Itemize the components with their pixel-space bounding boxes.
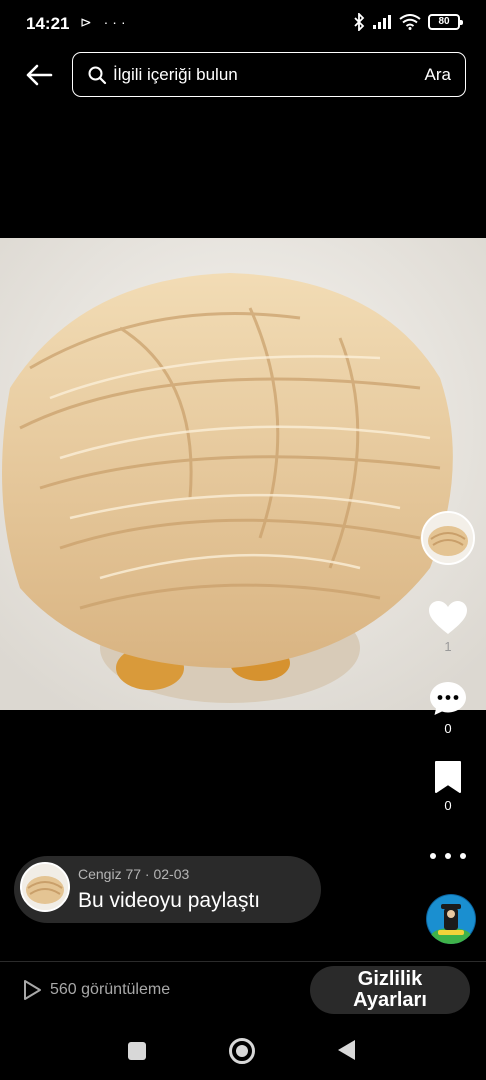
comment-count: 0 [444, 721, 452, 736]
divider [0, 961, 486, 962]
music-disc-icon[interactable] [426, 894, 476, 944]
search-submit-button[interactable]: Ara [425, 65, 451, 85]
status-time: 14:21 [26, 14, 70, 33]
video-player[interactable] [0, 238, 486, 710]
creator-avatar[interactable] [421, 511, 475, 565]
avatar-image [22, 864, 68, 910]
bookmark-icon [435, 761, 461, 793]
dot-icon [445, 853, 451, 859]
view-count-text: 560 görüntüleme [50, 981, 171, 998]
sharer-avatar[interactable] [20, 862, 70, 912]
search-bar[interactable]: İlgili içeriği bulun Ara [72, 52, 466, 97]
privacy-settings-button[interactable]: Gizlilik Ayarları [310, 966, 470, 1014]
signal-icon [373, 15, 391, 29]
status-bar: 14:21 ⊳ ··· 80 [0, 0, 486, 48]
status-right-icons: 80 [353, 13, 463, 31]
recent-apps-icon[interactable] [128, 1042, 146, 1060]
favorite-button[interactable]: 0 [424, 760, 472, 813]
nav-back-icon[interactable] [338, 1040, 355, 1060]
sharer-meta: Cengiz 77 · 02-03 [78, 866, 190, 882]
privacy-settings-label: Gizlilik Ayarları [353, 968, 427, 1011]
notification-icons: ⊳ ··· [80, 14, 130, 30]
like-count: 1 [444, 639, 452, 654]
shared-by-card[interactable]: Cengiz 77 · 02-03 Bu videoyu paylaştı [14, 856, 321, 923]
heart-icon [429, 601, 467, 634]
search-input[interactable]: İlgili içeriği bulun [113, 65, 425, 85]
like-button[interactable]: 1 [424, 601, 472, 654]
shared-message: Bu videoyu paylaştı [78, 889, 261, 912]
bluetooth-icon [354, 13, 365, 31]
home-icon[interactable] [229, 1038, 255, 1064]
dot-icon [460, 853, 466, 859]
more-options-button[interactable] [430, 846, 466, 866]
search-icon [88, 66, 107, 84]
dot-icon [430, 853, 436, 859]
shredded-chicken-over-rice-image [0, 238, 486, 710]
comment-icon [430, 682, 466, 715]
music-cover-image [427, 895, 475, 944]
back-button[interactable] [22, 58, 56, 92]
arrow-left-icon [26, 64, 53, 86]
wifi-icon [399, 14, 421, 30]
avatar-image [423, 513, 473, 563]
favorite-count: 0 [444, 798, 452, 813]
comment-button[interactable]: 0 [424, 681, 472, 736]
battery-icon: 80 [428, 14, 463, 30]
play-icon [24, 980, 41, 1000]
view-count: 560 görüntüleme [22, 979, 170, 1001]
